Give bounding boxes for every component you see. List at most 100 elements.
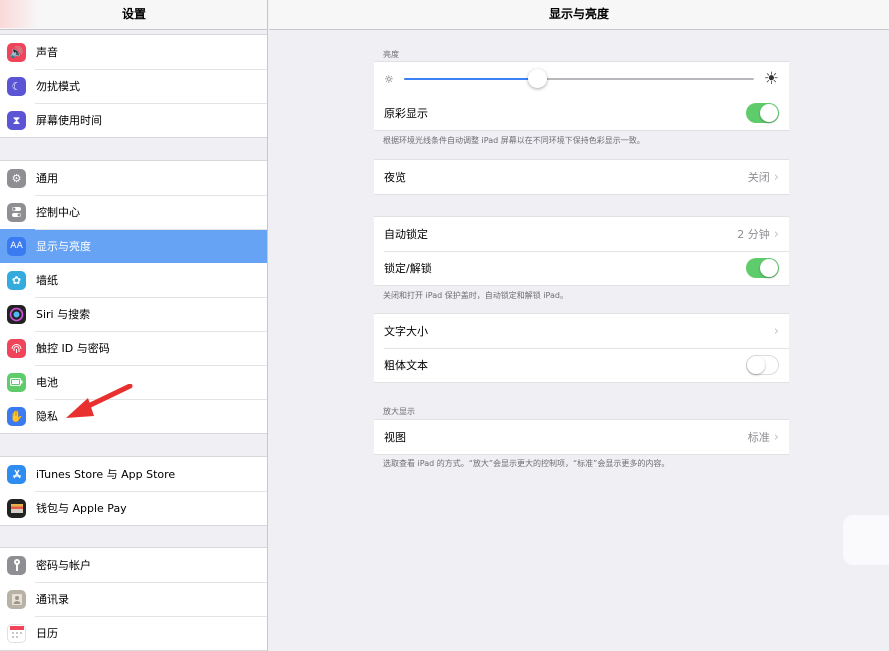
sidebar-item-general[interactable]: ⚙ 通用: [0, 161, 267, 195]
sidebar-item-label: 电池: [36, 376, 58, 389]
brightness-card: ☼ ☀ 原彩显示: [374, 61, 789, 131]
fingerprint-icon: [7, 338, 26, 358]
view-label: 视图: [384, 431, 406, 444]
view-footnote: 选取查看 iPad 的方式。“放大”会显示更大的控制项，“标准”会显示更多的内容…: [383, 459, 670, 468]
page-title: 显示与亮度: [269, 0, 889, 30]
sidebar-group-3: iTunes Store 与 App Store 钱包与 Apple Pay: [0, 456, 267, 526]
zoom-card: 视图 标准 ›: [374, 419, 789, 455]
brightness-section-label: 亮度: [383, 50, 399, 59]
annotation-arrow: [66, 384, 133, 418]
chevron-right-icon: ›: [773, 169, 779, 185]
app-store-icon: [7, 464, 26, 484]
text-size-row[interactable]: 文字大小 ›: [374, 314, 789, 348]
sidebar-item-contacts[interactable]: 通讯录: [0, 582, 267, 616]
text-card: 文字大小 › 粗体文本: [374, 313, 789, 383]
lock-card: 自动锁定 2 分钟 › 锁定/解锁: [374, 216, 789, 286]
sidebar-item-label: Siri 与搜索: [36, 308, 91, 321]
display-brightness-pane: 显示与亮度 亮度 ☼ ☀ 原彩显示 根据环境光线条件自动调整 iPad 屏幕以在…: [269, 0, 889, 651]
bold-text-label: 粗体文本: [384, 359, 428, 372]
lock-unlock-row: 锁定/解锁: [374, 251, 789, 285]
view-value: 标准: [747, 431, 770, 444]
settings-sidebar: 设置 🔊 声音 ☾ 勿扰模式 ⧗ 屏幕使用时间 ⚙ 通用 控制中心 AA 显示与…: [0, 0, 268, 651]
sidebar-item-label: 控制中心: [36, 206, 80, 219]
zoom-section-label: 放大显示: [383, 407, 415, 416]
sidebar-item-label: 勿扰模式: [36, 80, 80, 93]
sidebar-item-siri-search[interactable]: Siri 与搜索: [0, 297, 267, 331]
sidebar-header: 设置: [0, 0, 267, 30]
sidebar-group-4: 密码与帐户 通讯录 日历: [0, 547, 267, 651]
bold-text-row: 粗体文本: [374, 348, 789, 382]
sidebar-item-label: 显示与亮度: [36, 240, 91, 253]
moon-icon: ☾: [7, 76, 26, 96]
brightness-slider[interactable]: [403, 69, 754, 88]
toggle-knob: [747, 356, 765, 374]
sidebar-item-label: 钱包与 Apple Pay: [36, 502, 127, 515]
text-size-label: 文字大小: [384, 325, 428, 338]
sidebar-item-display-brightness[interactable]: AA 显示与亮度: [0, 229, 267, 263]
flower-icon: ✿: [7, 270, 26, 290]
sidebar-item-label: 屏幕使用时间: [36, 114, 102, 127]
chevron-right-icon: ›: [773, 429, 779, 445]
chevron-right-icon: ›: [773, 226, 779, 242]
auto-lock-value: 2 分钟: [737, 228, 770, 241]
sidebar-item-passwords-accounts[interactable]: 密码与帐户: [0, 548, 267, 582]
siri-icon: [7, 304, 26, 324]
key-icon: [7, 555, 26, 575]
brightness-slider-row: ☼ ☀: [374, 62, 789, 96]
sidebar-item-label: 日历: [36, 627, 58, 640]
night-shift-label: 夜览: [384, 171, 406, 184]
sidebar-item-control-center[interactable]: 控制中心: [0, 195, 267, 229]
sidebar-item-itunes-app-store[interactable]: iTunes Store 与 App Store: [0, 457, 267, 491]
true-tone-toggle[interactable]: [746, 103, 779, 123]
night-shift-card: 夜览 关闭 ›: [374, 159, 789, 195]
speaker-icon: 🔊: [7, 42, 26, 62]
true-tone-label: 原彩显示: [384, 107, 428, 120]
night-shift-value: 关闭: [747, 171, 770, 184]
chevron-right-icon: ›: [773, 323, 779, 339]
lock-unlock-footnote: 关闭和打开 iPad 保护盖时，自动锁定和解锁 iPad。: [383, 291, 568, 300]
sun-large-icon: ☀: [763, 69, 779, 89]
sidebar-group-1: 🔊 声音 ☾ 勿扰模式 ⧗ 屏幕使用时间: [0, 34, 267, 138]
sidebar-item-wallpaper[interactable]: ✿ 墙纸: [0, 263, 267, 297]
sidebar-item-label: iTunes Store 与 App Store: [36, 468, 176, 481]
battery-icon: [7, 372, 26, 392]
auto-lock-row[interactable]: 自动锁定 2 分钟 ›: [374, 217, 789, 251]
sidebar-item-touch-id-passcode[interactable]: 触控 ID 与密码: [0, 331, 267, 365]
view-row[interactable]: 视图 标准 ›: [374, 420, 789, 454]
assistive-touch-button[interactable]: [843, 515, 889, 565]
avatar: [0, 0, 40, 28]
toggle-knob: [760, 259, 778, 277]
text-size-icon: AA: [7, 236, 26, 256]
toggle-knob: [760, 104, 778, 122]
sidebar-item-wallet-apple-pay[interactable]: 钱包与 Apple Pay: [0, 491, 267, 525]
sidebar-item-label: 通讯录: [36, 593, 69, 606]
hourglass-icon: ⧗: [7, 110, 26, 130]
contacts-icon: [7, 589, 26, 609]
auto-lock-label: 自动锁定: [384, 228, 428, 241]
wallet-icon: [7, 498, 26, 518]
gear-icon: ⚙: [7, 168, 26, 188]
sun-small-icon: ☼: [384, 72, 394, 86]
switches-icon: [7, 202, 26, 222]
sidebar-item-screen-time[interactable]: ⧗ 屏幕使用时间: [0, 103, 267, 137]
night-shift-row[interactable]: 夜览 关闭 ›: [374, 160, 789, 194]
sidebar-item-label: 密码与帐户: [36, 559, 91, 572]
sidebar-item-label: 墙纸: [36, 274, 58, 287]
sidebar-item-do-not-disturb[interactable]: ☾ 勿扰模式: [0, 69, 267, 103]
calendar-icon: [7, 623, 26, 643]
sidebar-item-label: 声音: [36, 46, 58, 59]
brightness-slider-fill: [403, 78, 537, 80]
true-tone-footnote: 根据环境光线条件自动调整 iPad 屏幕以在不同环境下保持色彩显示一致。: [383, 136, 645, 145]
brightness-slider-thumb[interactable]: [527, 69, 547, 88]
lock-unlock-label: 锁定/解锁: [384, 262, 432, 275]
sidebar-item-label: 触控 ID 与密码: [36, 342, 110, 355]
true-tone-row: 原彩显示: [374, 96, 789, 130]
sidebar-item-sounds[interactable]: 🔊 声音: [0, 35, 267, 69]
sidebar-item-label: 隐私: [36, 410, 58, 423]
sidebar-item-label: 通用: [36, 172, 58, 185]
bold-text-toggle[interactable]: [746, 355, 779, 375]
sidebar-title: 设置: [121, 7, 146, 21]
hand-icon: ✋: [7, 406, 26, 426]
lock-unlock-toggle[interactable]: [746, 258, 779, 278]
sidebar-item-calendar[interactable]: 日历: [0, 616, 267, 650]
